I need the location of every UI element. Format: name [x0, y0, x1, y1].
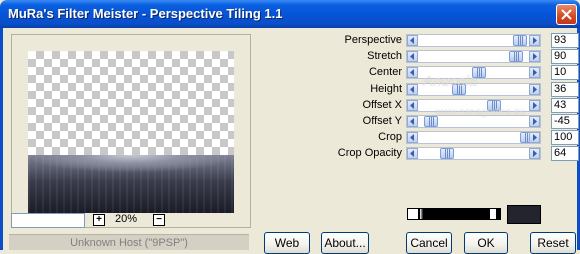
title-bar[interactable]: MuRa's Filter Meister - Perspective Tili…	[0, 0, 580, 28]
param-label: Center	[368, 66, 402, 79]
preview-floor	[28, 155, 234, 213]
arrow-right-icon[interactable]	[529, 51, 540, 63]
param-slider[interactable]	[406, 50, 541, 64]
status-bar: Unknown Host ("9PSP")	[9, 234, 249, 250]
gradient-start-marker[interactable]	[407, 208, 419, 220]
param-slider[interactable]	[406, 131, 541, 145]
arrow-left-icon[interactable]	[407, 67, 418, 79]
param-label: Stretch	[367, 50, 402, 63]
zoom-level: 20%	[115, 213, 138, 225]
arrow-left-icon[interactable]	[407, 35, 418, 46]
close-button[interactable]	[556, 4, 577, 25]
param-value-input[interactable]: 93	[551, 33, 579, 48]
param-value-input[interactable]: 36	[551, 81, 579, 97]
param-label: Offset X	[362, 98, 402, 111]
gradient-end-marker[interactable]	[489, 208, 497, 220]
param-slider[interactable]	[406, 115, 541, 128]
plus-icon: +	[96, 214, 102, 225]
cancel-button[interactable]: Cancel	[406, 232, 452, 254]
param-row: Height 36	[333, 81, 580, 98]
arrow-left-icon[interactable]	[407, 51, 418, 63]
dialog-client: + 20% − Perspective 93 Stretch 90 Center 10 He…	[0, 28, 580, 254]
param-value-input[interactable]: 90	[551, 49, 579, 65]
param-slider[interactable]	[406, 98, 541, 112]
ok-button[interactable]: OK	[464, 232, 508, 254]
slider-thumb[interactable]	[439, 148, 454, 160]
param-slider[interactable]	[406, 66, 541, 80]
param-slider[interactable]	[406, 34, 541, 47]
arrow-left-icon[interactable]	[407, 83, 418, 95]
param-value-input[interactable]: 43	[551, 97, 579, 113]
arrow-left-icon[interactable]	[407, 148, 418, 160]
param-slider[interactable]	[406, 82, 541, 96]
slider-thumb[interactable]	[512, 35, 527, 46]
param-slider[interactable]	[406, 147, 541, 161]
param-row: Center 10	[333, 65, 580, 81]
slider-thumb[interactable]	[471, 67, 486, 79]
param-label: Height	[370, 82, 402, 95]
web-button[interactable]: Web	[264, 232, 310, 254]
arrow-right-icon[interactable]	[529, 67, 540, 79]
window-title: MuRa's Filter Meister - Perspective Tili…	[8, 6, 283, 21]
preview-panel	[11, 34, 251, 228]
close-icon	[561, 9, 572, 20]
param-label: Crop	[378, 131, 402, 144]
minus-icon: −	[156, 214, 162, 225]
arrow-right-icon[interactable]	[529, 35, 540, 46]
arrow-left-icon[interactable]	[407, 99, 418, 111]
param-row: Stretch 90	[333, 49, 580, 65]
arrow-right-icon[interactable]	[529, 132, 540, 144]
param-label: Perspective	[344, 34, 402, 46]
param-row: Perspective 93	[333, 33, 580, 49]
param-row: Crop 100	[333, 130, 580, 146]
arrow-left-icon[interactable]	[407, 132, 418, 144]
zoom-in-button[interactable]: +	[93, 214, 105, 226]
preview-image[interactable]	[28, 51, 234, 213]
param-label: Offset Y	[362, 115, 402, 127]
param-value-input[interactable]: 10	[551, 65, 579, 81]
param-row: Offset X 43	[333, 97, 580, 114]
param-row: Offset Y -45	[333, 114, 580, 130]
zoom-out-button[interactable]: −	[153, 214, 165, 226]
arrow-right-icon[interactable]	[529, 116, 540, 127]
param-value-input[interactable]: -45	[551, 114, 579, 129]
param-value-input[interactable]: 64	[551, 146, 579, 162]
slider-thumb[interactable]	[423, 116, 438, 127]
zoom-input[interactable]	[11, 213, 85, 228]
arrow-left-icon[interactable]	[407, 116, 418, 127]
slider-thumb[interactable]	[509, 51, 524, 63]
arrow-right-icon[interactable]	[529, 148, 540, 160]
slider-thumb[interactable]	[451, 83, 466, 95]
arrow-right-icon[interactable]	[529, 99, 540, 111]
slider-thumb[interactable]	[486, 99, 501, 111]
param-value-input[interactable]: 100	[551, 130, 579, 146]
reset-button[interactable]: Reset	[530, 232, 576, 254]
param-label: Crop Opacity	[337, 147, 402, 160]
arrow-right-icon[interactable]	[529, 83, 540, 95]
param-row: Crop Opacity 64	[333, 146, 580, 162]
about-button[interactable]: About...	[321, 232, 369, 254]
color-swatch[interactable]	[507, 205, 541, 224]
